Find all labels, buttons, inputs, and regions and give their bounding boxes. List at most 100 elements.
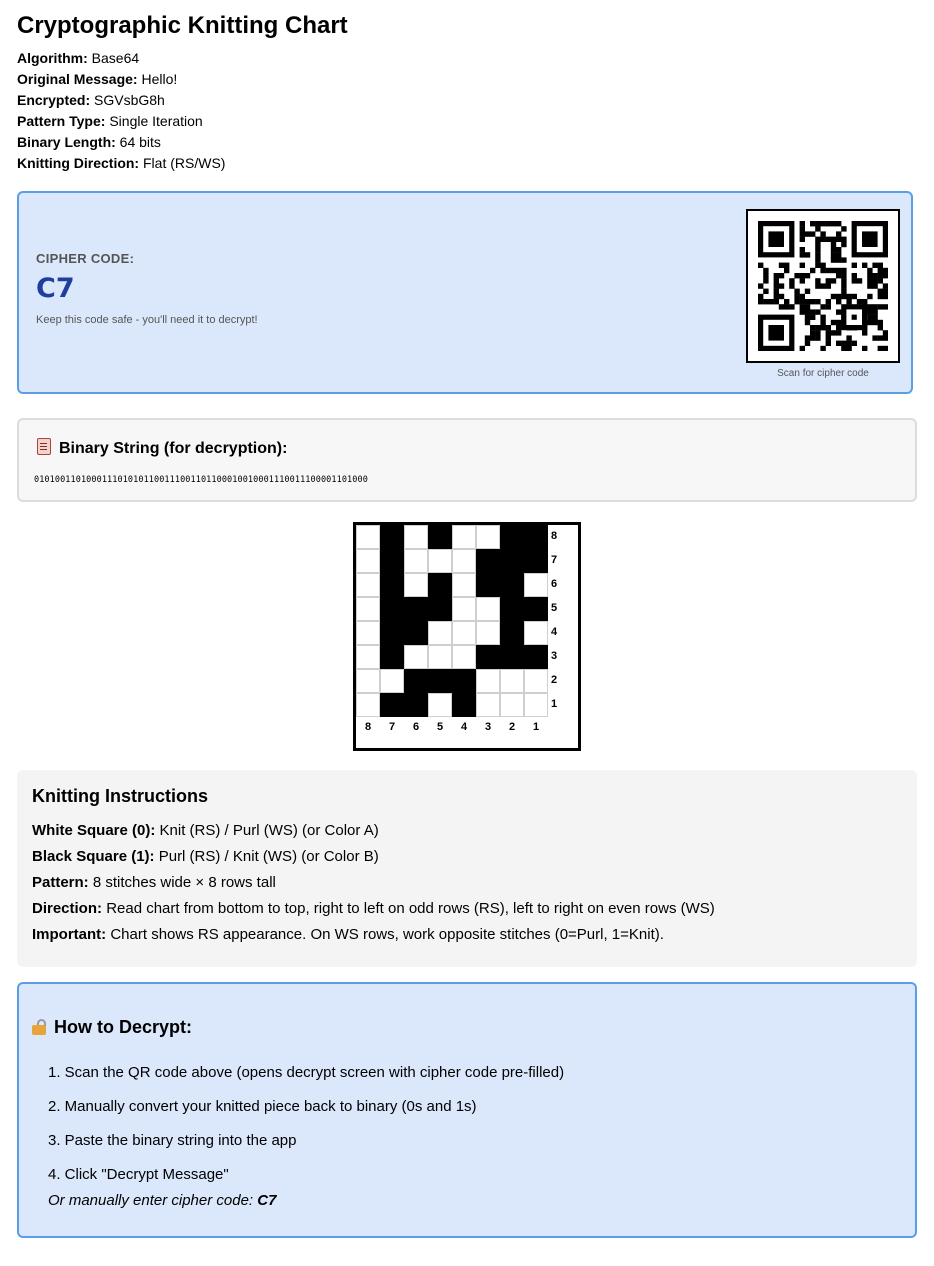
chart-cell — [428, 621, 452, 645]
chart-cell — [356, 693, 380, 717]
binary-string-panel: Binary String (for decryption): 01010011… — [17, 418, 917, 502]
meta-knitting-direction: Knitting Direction: Flat (RS/WS) — [17, 155, 226, 171]
chart-cell — [380, 597, 404, 621]
decrypt-step: 1. Scan the QR code above (opens decrypt… — [48, 1064, 565, 1081]
chart-cell — [380, 621, 404, 645]
qr-code-icon — [758, 221, 888, 351]
column-label: 6 — [412, 721, 420, 733]
chart-cell — [524, 549, 548, 573]
chart-cell — [452, 693, 476, 717]
row-label: 8 — [551, 530, 558, 542]
instructions-list: White Square (0): Knit (RS) / Purl (WS) … — [32, 818, 715, 948]
decrypt-step: 4. Click "Decrypt Message" — [48, 1166, 229, 1183]
meta-original-message: Original Message: Hello! — [17, 71, 178, 87]
row-label: 2 — [551, 674, 558, 686]
chart-cell — [476, 573, 500, 597]
row-label: 3 — [551, 650, 558, 662]
chart-cell — [452, 645, 476, 669]
chart-cell — [380, 525, 404, 549]
chart-cell — [356, 573, 380, 597]
decrypt-footnote: Or manually enter cipher code: C7 — [48, 1192, 277, 1209]
clipboard-icon — [37, 438, 51, 455]
chart-cell — [428, 573, 452, 597]
instruction-direction: Direction: Read chart from bottom to top… — [32, 900, 715, 917]
qr-code[interactable] — [746, 209, 900, 363]
chart-cell — [380, 549, 404, 573]
decrypt-steps: 1. Scan the QR code above (opens decrypt… — [48, 1056, 564, 1192]
column-label: 5 — [436, 721, 444, 733]
cipher-code-panel: CIPHER CODE: C7 Keep this code safe - yo… — [17, 191, 913, 394]
unlock-icon — [32, 1019, 46, 1035]
chart-cell — [404, 669, 428, 693]
row-label: 6 — [551, 578, 558, 590]
column-label: 3 — [484, 721, 492, 733]
chart-cell — [524, 573, 548, 597]
chart-cell — [524, 597, 548, 621]
chart-cell — [452, 573, 476, 597]
chart-cell — [476, 549, 500, 573]
row-label: 7 — [551, 554, 558, 566]
instruction-white-square: White Square (0): Knit (RS) / Purl (WS) … — [32, 822, 379, 839]
chart-cell — [428, 525, 452, 549]
instruction-black-square: Black Square (1): Purl (RS) / Knit (WS) … — [32, 848, 379, 865]
knitting-instructions: Knitting Instructions White Square (0): … — [17, 770, 917, 967]
qr-caption: Scan for cipher code — [777, 368, 869, 379]
chart-cell — [500, 645, 524, 669]
page-title: Cryptographic Knitting Chart — [17, 12, 348, 39]
chart-cell — [356, 525, 380, 549]
meta-binary-length: Binary Length: 64 bits — [17, 134, 161, 150]
chart-cell — [452, 621, 476, 645]
decrypt-step: 2. Manually convert your knitted piece b… — [48, 1098, 477, 1115]
meta-algorithm: Algorithm: Base64 — [17, 50, 140, 66]
chart-cell — [380, 693, 404, 717]
chart-cell — [476, 525, 500, 549]
chart-cell — [452, 597, 476, 621]
meta-encrypted: Encrypted: SGVsbG8h — [17, 92, 165, 108]
chart-cell — [356, 645, 380, 669]
chart-cell — [500, 693, 524, 717]
chart-cell — [452, 525, 476, 549]
cipher-code: C7 — [36, 273, 75, 304]
chart-cell — [452, 669, 476, 693]
binary-title: Binary String (for decryption): — [37, 438, 287, 458]
chart-cell — [356, 597, 380, 621]
chart-cell — [404, 621, 428, 645]
chart-cell — [500, 573, 524, 597]
instructions-title: Knitting Instructions — [32, 786, 208, 806]
chart-cell — [380, 669, 404, 693]
column-label: 7 — [388, 721, 396, 733]
chart-cell — [428, 645, 452, 669]
chart-cell — [428, 597, 452, 621]
chart-cell — [428, 669, 452, 693]
chart-cell — [404, 597, 428, 621]
chart-cell — [404, 645, 428, 669]
chart-cell — [524, 645, 548, 669]
chart-cell — [500, 525, 524, 549]
chart-cell — [500, 597, 524, 621]
chart-cell — [476, 645, 500, 669]
row-label: 4 — [551, 626, 558, 638]
chart-cell — [524, 669, 548, 693]
instruction-pattern: Pattern: 8 stitches wide × 8 rows tall — [32, 874, 276, 891]
cipher-label: CIPHER CODE: — [36, 251, 135, 266]
chart-cell — [500, 549, 524, 573]
chart-cell — [404, 573, 428, 597]
chart-cell — [404, 525, 428, 549]
chart-cell — [356, 549, 380, 573]
column-label: 1 — [532, 721, 540, 733]
chart-cell — [476, 621, 500, 645]
how-to-decrypt-panel: How to Decrypt: 1. Scan the QR code abov… — [17, 982, 917, 1238]
chart-cell — [356, 669, 380, 693]
chart-cell — [524, 525, 548, 549]
row-label: 5 — [551, 602, 558, 614]
chart-cell — [524, 621, 548, 645]
chart-cell — [500, 621, 524, 645]
decrypt-title: How to Decrypt: — [32, 1017, 192, 1038]
chart-cell — [404, 549, 428, 573]
column-label: 8 — [364, 721, 372, 733]
binary-string[interactable]: 0101001101000111010101100111001101100010… — [34, 475, 368, 485]
row-label: 1 — [551, 698, 558, 710]
chart-cell — [380, 645, 404, 669]
column-label: 4 — [460, 721, 468, 733]
chart-cell — [404, 693, 428, 717]
